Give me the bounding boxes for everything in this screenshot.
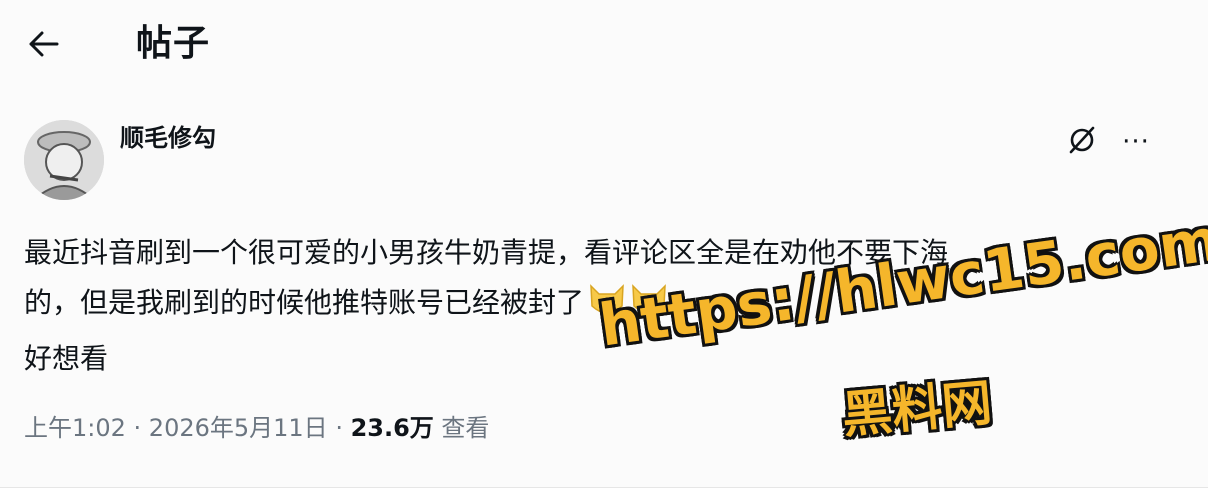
arrow-left-icon — [29, 31, 59, 61]
page-title: 帖子 — [136, 23, 211, 64]
watermark: https://hlwc15.com 黑料网 — [595, 205, 1208, 460]
top-bar: 帖子 — [0, 0, 1208, 90]
post-meta: 上午1:02 · 2026年5月11日 · 23.6万 查看 — [24, 410, 489, 446]
more-icon: ··· — [1122, 127, 1150, 157]
back-button[interactable] — [18, 22, 70, 70]
grok-button[interactable] — [1062, 122, 1102, 162]
grok-icon — [1066, 124, 1098, 160]
meta-separator: · — [327, 414, 351, 442]
post-text-line-2: 的，但是我刷到的时候他推特账号已经被封了 — [24, 286, 585, 319]
view-count: 23.6万 — [350, 414, 434, 442]
author-name[interactable]: 顺毛修勾 — [120, 122, 216, 154]
more-options-button[interactable]: ··· — [1114, 122, 1158, 162]
post-text-line-3: 好想看 — [24, 342, 109, 375]
post-date[interactable]: 2026年5月11日 — [149, 414, 328, 442]
view-label: 查看 — [433, 414, 490, 442]
post-time[interactable]: 上午1:02 — [24, 414, 126, 442]
meta-separator: · — [125, 414, 149, 442]
avatar[interactable] — [24, 120, 104, 200]
watermark-site-name: 黑料网 — [839, 373, 995, 445]
